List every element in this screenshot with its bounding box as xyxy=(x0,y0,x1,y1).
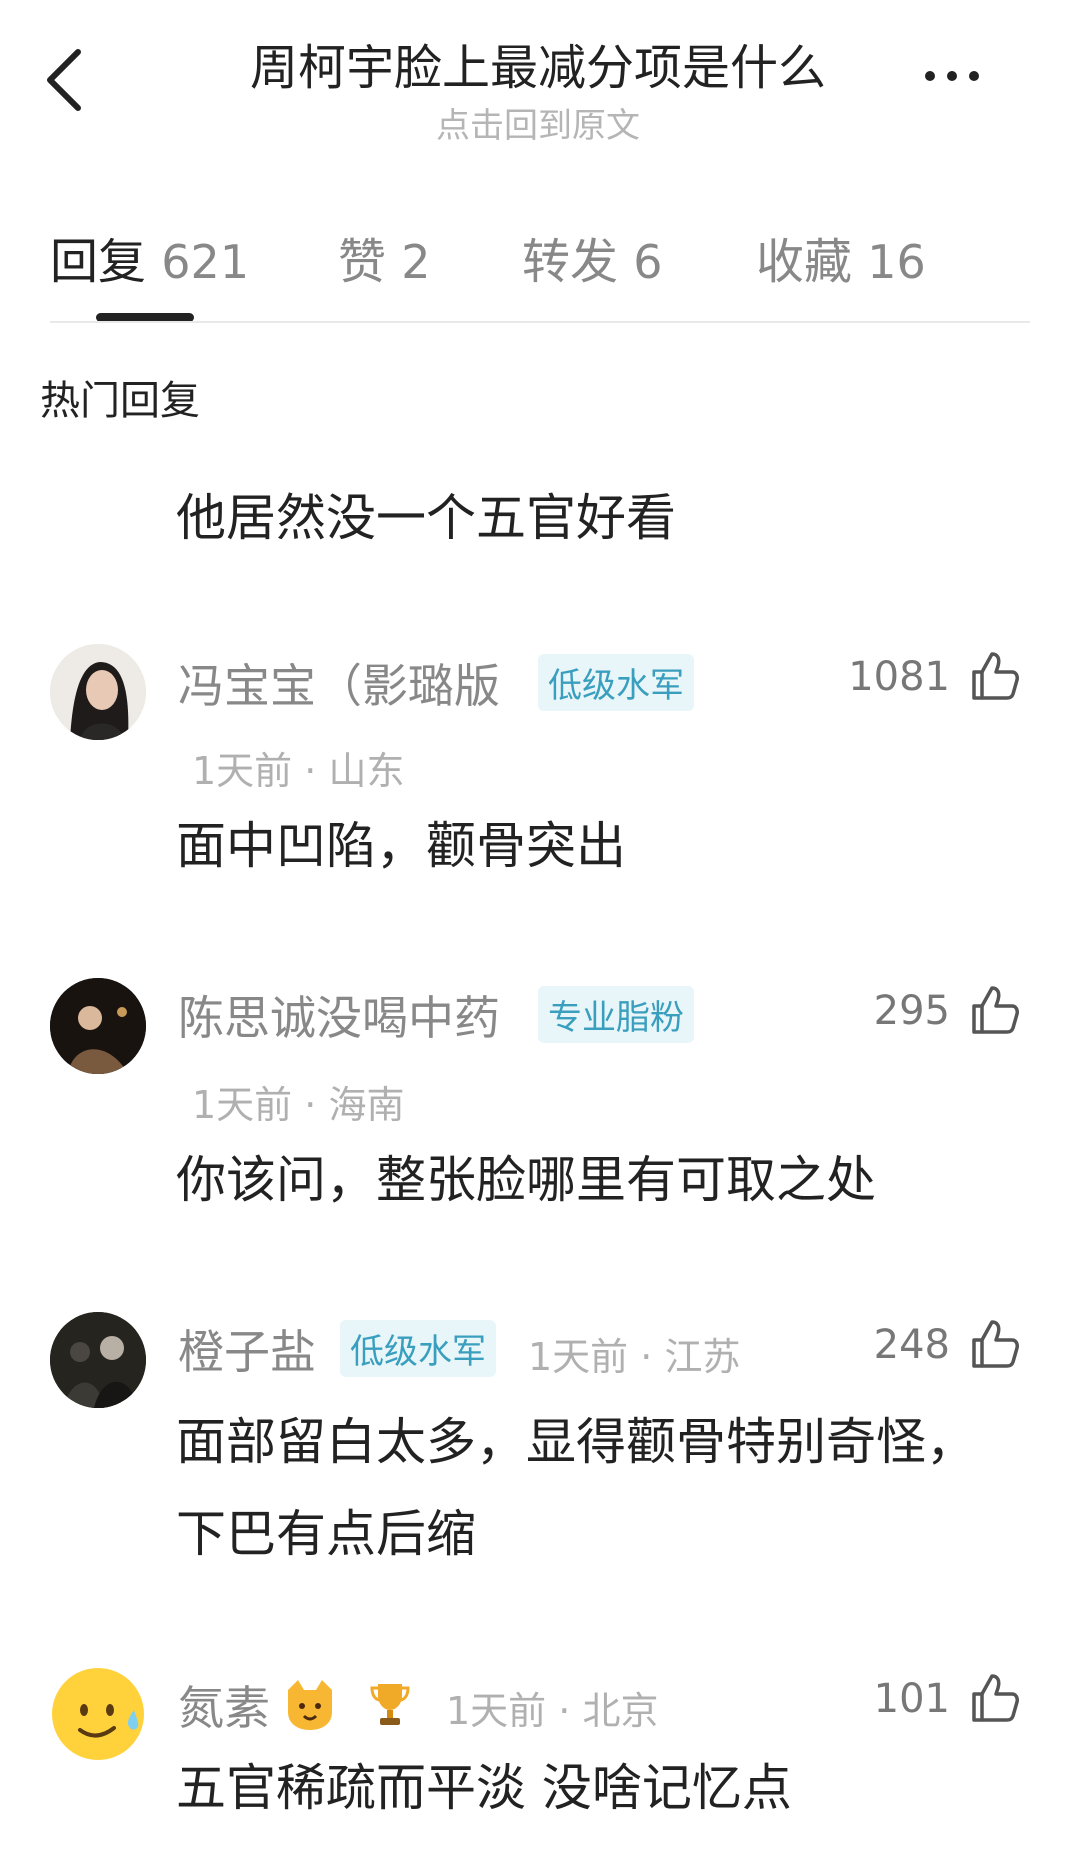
comment-text: 你该问，整张脸哪里有可取之处 xyxy=(176,1134,876,1226)
cat-emoji-icon xyxy=(282,1676,338,1732)
comment-location: 江苏 xyxy=(664,1335,741,1379)
comment-username[interactable]: 橙子盐 xyxy=(178,1316,316,1382)
like-count: 101 xyxy=(873,1676,950,1722)
user-avatar-image xyxy=(50,978,146,1074)
comment-meta: 1天前 · 江苏 xyxy=(528,1335,741,1379)
back-to-original-link[interactable]: 点击回到原文 xyxy=(0,98,1076,147)
more-dot-icon xyxy=(947,71,957,81)
comment-text: 面部留白太多，显得颧骨特别奇怪， 下巴有点后缩 xyxy=(176,1396,976,1580)
comment-username[interactable]: 冯宝宝（影璐版 xyxy=(178,650,500,716)
comment-time: 1天前 xyxy=(446,1689,547,1733)
avatar[interactable] xyxy=(50,978,146,1074)
tab-label: 转发 xyxy=(522,234,619,290)
divider xyxy=(50,321,1030,323)
comment-location: 北京 xyxy=(582,1689,659,1733)
comment-text-line: 你该问，整张脸哪里有可取之处 xyxy=(176,1151,876,1209)
comment-text-line: 面中凹陷，颧骨突出 xyxy=(176,817,626,875)
more-button[interactable] xyxy=(925,66,1005,96)
like-count: 1081 xyxy=(848,654,950,700)
user-badge: 低级水军 xyxy=(538,654,694,711)
comment-location: 海南 xyxy=(328,1083,405,1127)
tab-reposts[interactable]: 转发 6 xyxy=(522,222,663,292)
user-avatar-image xyxy=(50,644,146,740)
tab-replies[interactable]: 回复 621 xyxy=(50,222,249,292)
page-title: 周柯宇脸上最减分项是什么 xyxy=(249,40,826,96)
like-count: 295 xyxy=(873,988,950,1034)
thumbs-up-icon xyxy=(972,1320,1019,1368)
sweat-smile-emoji-icon xyxy=(52,1668,144,1760)
thumbs-up-icon xyxy=(972,1674,1019,1722)
tab-count: 2 xyxy=(401,235,431,289)
comment-meta: 1天前 · 海南 xyxy=(192,1083,405,1127)
more-dot-icon xyxy=(969,71,979,81)
thumbs-up-icon xyxy=(972,986,1019,1034)
comment-username[interactable]: 陈思诚没喝中药 xyxy=(178,982,500,1048)
like-button[interactable] xyxy=(968,1318,1020,1370)
comment-meta: 1天前 · 山东 xyxy=(192,749,405,793)
top-reply-text: 他居然没一个五官好看 xyxy=(176,489,676,547)
tab-label: 收藏 xyxy=(756,234,853,290)
tab-label: 回复 xyxy=(50,234,147,290)
thumbs-up-icon xyxy=(972,652,1019,700)
comment-text-line: 面部留白太多，显得颧骨特别奇怪， xyxy=(176,1413,976,1471)
comment-location: 山东 xyxy=(328,749,405,793)
comment-username[interactable]: 氮素 xyxy=(178,1672,270,1738)
tab-likes[interactable]: 赞 2 xyxy=(338,222,431,292)
avatar[interactable] xyxy=(50,1666,146,1762)
like-button[interactable] xyxy=(968,1672,1020,1724)
comment-time: 1天前 xyxy=(528,1335,629,1379)
user-avatar-image xyxy=(50,1312,146,1408)
like-button[interactable] xyxy=(968,650,1020,702)
comment-meta: 1天前 · 北京 xyxy=(446,1689,659,1733)
cat-face-icon xyxy=(288,1680,332,1730)
tab-count: 6 xyxy=(633,235,663,289)
comment-time: 1天前 xyxy=(192,1083,293,1127)
tab-label: 赞 xyxy=(338,234,387,290)
like-count: 248 xyxy=(873,1322,950,1368)
user-badge: 专业脂粉 xyxy=(538,986,694,1043)
avatar[interactable] xyxy=(50,1312,146,1408)
trophy-icon xyxy=(370,1680,410,1728)
more-dot-icon xyxy=(925,71,935,81)
avatar[interactable] xyxy=(50,644,146,740)
comment-time: 1天前 xyxy=(192,749,293,793)
comment-text-line: 五官稀疏而平淡 没啥记忆点 xyxy=(176,1759,792,1817)
comment-text: 五官稀疏而平淡 没啥记忆点 xyxy=(176,1742,792,1834)
comment-text-line: 下巴有点后缩 xyxy=(176,1505,476,1563)
like-button[interactable] xyxy=(968,984,1020,1036)
user-badge: 低级水军 xyxy=(340,1320,496,1377)
trophy-icon-graphic xyxy=(370,1684,410,1725)
hot-replies-heading: 热门回复 xyxy=(40,378,200,424)
comment-text: 面中凹陷，颧骨突出 xyxy=(176,800,626,892)
tab-count: 621 xyxy=(161,235,250,289)
tab-count: 16 xyxy=(867,235,926,289)
tab-favorites[interactable]: 收藏 16 xyxy=(756,222,926,292)
